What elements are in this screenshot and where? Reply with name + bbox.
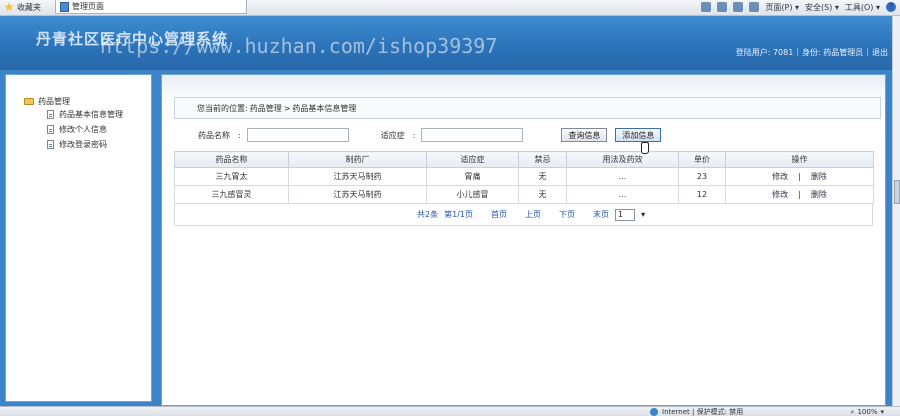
cell-maker: 江苏天马制药 <box>288 167 427 186</box>
edit-link[interactable]: 修改 <box>772 172 788 181</box>
cell-indication: 小儿感冒 <box>426 185 519 204</box>
cell-drug-name: 三九感冒灵 <box>174 185 289 204</box>
chevron-down-icon: ▾ <box>880 408 884 416</box>
security-zone-label: Internet | 保护模式: 禁用 <box>662 408 744 416</box>
sidebar-item-label: 修改个人信息 <box>59 125 107 134</box>
pager-last[interactable]: 末页 <box>593 209 609 220</box>
favorites-label: 收藏夹 <box>17 2 41 12</box>
user-info: 登陆用户: 7081 | 身份: 药品管理员 | 退出 <box>735 47 888 58</box>
sidebar-item-edit-profile[interactable]: 修改个人信息 <box>24 122 151 137</box>
sidebar: 药品管理 药品基本信息管理 修改个人信息 修改登录密码 <box>0 70 157 406</box>
cell-price: 12 <box>678 185 726 204</box>
tools-menu[interactable]: 工具(O) ▾ <box>845 2 880 13</box>
pager-prev[interactable]: 上页 <box>525 209 541 220</box>
delete-link[interactable]: 删除 <box>811 172 827 181</box>
pager-total: 共2条 <box>417 210 439 219</box>
status-bar: Internet | 保护模式: 禁用 ⌕ 100% ▾ <box>0 406 900 416</box>
drug-name-input[interactable] <box>246 128 349 142</box>
pager-first[interactable]: 首页 <box>491 209 507 220</box>
drug-name-label: 药品名称 <box>198 130 230 140</box>
cell-drug-name: 三九胃太 <box>174 167 289 186</box>
delete-link[interactable]: 删除 <box>811 190 827 199</box>
favorites-star-icon <box>4 2 14 12</box>
tree-root-label: 药品管理 <box>38 96 70 106</box>
scroll-thumb[interactable] <box>894 180 900 204</box>
vertical-scrollbar[interactable] <box>892 16 900 406</box>
table-row: 三九胃太 江苏天马制药 胃痛 无 ... 23 修改 | 删除 <box>174 167 874 186</box>
safety-menu[interactable]: 安全(S) ▾ <box>805 2 839 13</box>
mail-icon[interactable] <box>733 2 744 12</box>
document-icon <box>47 110 54 119</box>
main-panel: 您当前的位置: 药品管理 > 药品基本信息管理 药品名称 : 适应症 : 查询信… <box>161 74 886 406</box>
sidebar-item-label: 修改登录密码 <box>59 140 107 149</box>
breadcrumb-level2: 药品基本信息管理 <box>292 103 357 113</box>
mouse-cursor-icon <box>641 142 650 154</box>
cell-maker: 江苏天马制药 <box>288 185 427 204</box>
favorites-button[interactable]: 收藏夹 <box>4 1 41 13</box>
document-icon <box>47 125 54 134</box>
table-row: 三九感冒灵 江苏天马制药 小儿感冒 无 ... 12 修改 | 删除 <box>174 185 874 204</box>
cell-indication: 胃痛 <box>426 167 519 186</box>
security-zone: Internet | 保护模式: 禁用 <box>650 407 743 416</box>
browser-toolbar: 收藏夹 管理页面 页面(P) ▾ 安全(S) ▾ 工具(O) ▾ ? <box>0 0 900 16</box>
column-header: 单价 <box>678 151 726 168</box>
pager-next[interactable]: 下页 <box>559 209 575 220</box>
column-header: 操作 <box>725 151 874 168</box>
main-area: 您当前的位置: 药品管理 > 药品基本信息管理 药品名称 : 适应症 : 查询信… <box>157 70 892 406</box>
browser-command-bar: 页面(P) ▾ 安全(S) ▾ 工具(O) ▾ ? <box>701 1 896 13</box>
indication-label: 适应症 <box>380 130 405 140</box>
login-user: 登陆用户: 7081 <box>735 48 794 57</box>
column-header: 制药厂 <box>288 151 427 168</box>
print-icon[interactable] <box>749 2 760 12</box>
query-button[interactable]: 查询信息 <box>561 128 608 142</box>
breadcrumb-separator: > <box>283 103 291 113</box>
sidebar-tree: 药品管理 药品基本信息管理 修改个人信息 修改登录密码 <box>5 74 152 402</box>
pager-page-info: 第1/1页 <box>444 210 473 219</box>
cell-usage: ... <box>566 185 679 204</box>
sidebar-item-drug-info[interactable]: 药品基本信息管理 <box>24 107 151 122</box>
cell-taboo: 无 <box>518 167 567 186</box>
cell-taboo: 无 <box>518 185 567 204</box>
chevron-down-icon: ▾ <box>641 210 646 219</box>
watermark-text: https://www.huzhan.com/ishop39397 <box>100 34 498 58</box>
zoom-level: 100% <box>857 408 878 416</box>
app-header: 丹青社区医疗中心管理系统 https://www.huzhan.com/isho… <box>0 16 892 70</box>
indication-input[interactable] <box>421 128 524 142</box>
globe-icon <box>650 408 658 416</box>
folder-icon <box>24 97 34 105</box>
search-bar: 药品名称 : 适应症 : 查询信息 添加信息 <box>174 125 881 154</box>
breadcrumb: 您当前的位置: 药品管理 > 药品基本信息管理 <box>174 97 881 119</box>
table-header-row: 药品名称 制药厂 适应症 禁忌 用法及药效 单价 操作 <box>174 151 874 168</box>
breadcrumb-prefix: 您当前的位置: <box>197 103 248 113</box>
page-select[interactable]: 1 ▾ <box>614 208 645 221</box>
drug-table: 药品名称 制药厂 适应症 禁忌 用法及药效 单价 操作 三九胃太 江苏天马制药 … <box>174 151 874 204</box>
column-header: 药品名称 <box>174 151 289 168</box>
edit-link[interactable]: 修改 <box>772 190 788 199</box>
column-header: 适应症 <box>426 151 519 168</box>
user-role: 身份: 药品管理员 <box>802 48 864 57</box>
document-icon <box>47 140 54 149</box>
column-header: 用法及药效 <box>566 151 679 168</box>
page-icon <box>60 1 69 12</box>
feeds-icon[interactable] <box>717 2 728 12</box>
sidebar-item-change-password[interactable]: 修改登录密码 <box>24 137 151 152</box>
magnifier-icon: ⌕ <box>850 407 855 416</box>
help-icon[interactable]: ? <box>886 2 896 12</box>
home-icon[interactable] <box>701 2 712 12</box>
cell-operations: 修改 | 删除 <box>725 167 874 186</box>
column-header: 禁忌 <box>518 151 567 168</box>
page-menu[interactable]: 页面(P) ▾ <box>765 2 799 13</box>
browser-tab-title: 管理页面 <box>72 2 104 11</box>
breadcrumb-level1: 药品管理 <box>249 103 282 113</box>
tree-root-drug-management[interactable]: 药品管理 <box>24 95 151 107</box>
logout-link[interactable]: 退出 <box>872 47 888 58</box>
cell-operations: 修改 | 删除 <box>725 185 874 204</box>
cell-price: 23 <box>678 167 726 186</box>
cell-usage: ... <box>566 167 679 186</box>
pagination: 共2条 第1/1页 首页 上页 下页 末页 1 ▾ <box>174 204 873 226</box>
zoom-control[interactable]: ⌕ 100% ▾ <box>851 407 884 416</box>
sidebar-item-label: 药品基本信息管理 <box>59 110 123 119</box>
add-button[interactable]: 添加信息 <box>615 128 662 142</box>
browser-tab[interactable]: 管理页面 <box>55 0 247 14</box>
